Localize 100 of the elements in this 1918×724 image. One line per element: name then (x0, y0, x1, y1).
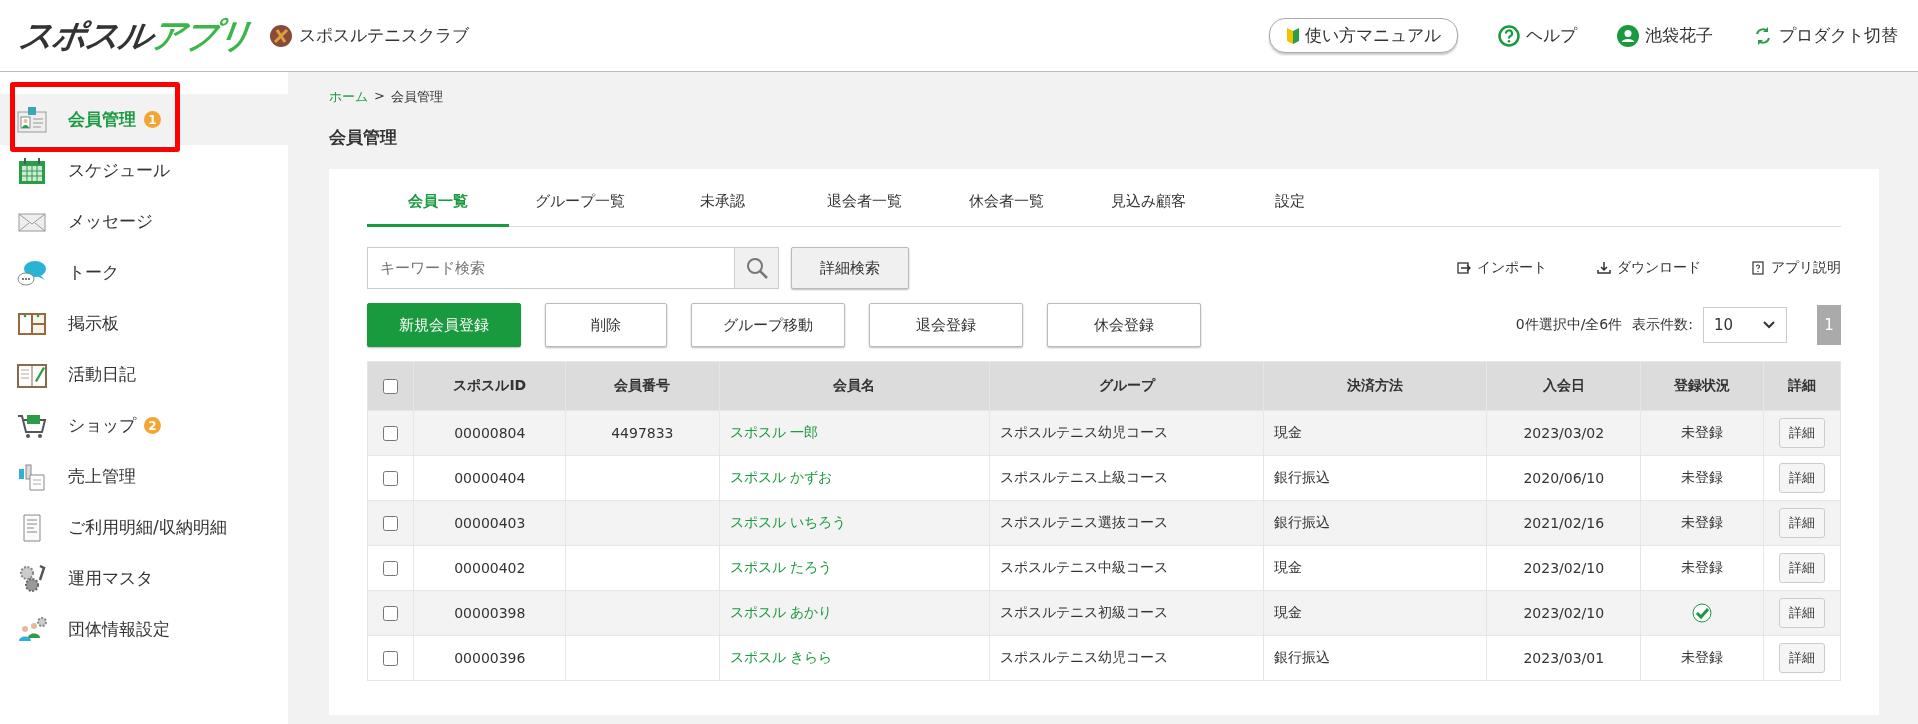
column-header: 入会日 (1486, 361, 1641, 411)
table-cell: 00000403 (414, 500, 566, 546)
table-cell: 銀行振込 (1263, 455, 1487, 501)
selection-summary: 0件選択中/全6件 (1515, 316, 1623, 334)
table-cell: 未登録 (1640, 455, 1764, 501)
tab[interactable]: 会員一覧 (367, 179, 509, 227)
sidebar-item-label: ショップ (68, 414, 136, 437)
column-header: グループ (989, 361, 1264, 411)
row-checkbox[interactable] (383, 471, 399, 487)
member-name-link[interactable]: スポスル たろう (729, 559, 832, 575)
member-name-link[interactable]: スポスル きらら (729, 649, 832, 665)
page-size-select[interactable]: 10 (1703, 307, 1787, 343)
app-help-link[interactable]: アプリ説明 (1771, 259, 1841, 277)
tab[interactable]: 設定 (1219, 179, 1361, 227)
chevron-down-icon (1762, 320, 1776, 330)
table-cell: 銀行振込 (1263, 635, 1487, 681)
row-checkbox[interactable] (383, 651, 399, 667)
tab[interactable]: 未承認 (651, 179, 793, 227)
table-cell: 00000398 (414, 590, 566, 636)
sidebar-item[interactable]: 運用マスタ (0, 553, 288, 604)
tab[interactable]: グループ一覧 (509, 179, 651, 227)
row-checkbox[interactable] (383, 561, 399, 577)
breadcrumb-current: 会員管理 (390, 88, 443, 106)
sidebar-item[interactable]: スケジュール (0, 145, 288, 196)
count-badge: 2 (144, 417, 161, 434)
detail-button[interactable]: 詳細 (1779, 553, 1826, 583)
row-checkbox[interactable] (383, 426, 399, 442)
sidebar-item-label: 売上管理 (68, 465, 136, 488)
sidebar-item[interactable]: ショップ 2 (0, 400, 288, 451)
tab[interactable]: 見込み顧客 (1077, 179, 1219, 227)
column-header: スポスルID (414, 361, 566, 411)
table-cell: 現金 (1263, 590, 1487, 636)
sidebar-item-label: 団体情報設定 (68, 618, 170, 641)
detail-button[interactable]: 詳細 (1779, 463, 1826, 493)
table-cell: スポスルテニス上級コース (989, 455, 1264, 501)
detail-button[interactable]: 詳細 (1779, 508, 1826, 538)
table-cell: 2023/03/01 (1486, 635, 1641, 681)
help-icon (1498, 24, 1520, 47)
table-cell: 現金 (1263, 545, 1487, 591)
detail-button[interactable]: 詳細 (1779, 418, 1826, 448)
sidebar-item-label: ご利用明細/収納明細 (68, 516, 227, 539)
breadcrumb-separator: > (374, 88, 385, 105)
sidebar-item[interactable]: トーク (0, 247, 288, 298)
table-cell: 2023/03/02 (1486, 410, 1641, 456)
sidebar-item[interactable]: メッセージ (0, 196, 288, 247)
manual-button[interactable]: 使い方マニュアル (1269, 18, 1458, 53)
table-cell: 2023/02/10 (1486, 545, 1641, 591)
tab[interactable]: 休会者一覧 (935, 179, 1077, 227)
sidebar-item[interactable]: 売上管理 (0, 451, 288, 502)
table-cell: 未登録 (1640, 545, 1764, 591)
table-cell: スポスルテニス幼児コース (989, 635, 1264, 681)
table-cell: スポスルテニス初級コース (989, 590, 1264, 636)
column-header: 決済方法 (1263, 361, 1487, 411)
sidebar-item-label: スケジュール (68, 159, 170, 182)
help-link[interactable]: ヘルプ (1526, 24, 1577, 47)
table-cell: 4497833 (565, 410, 720, 456)
sidebar-item[interactable]: 団体情報設定 (0, 604, 288, 655)
sidebar-item-label: 会員管理 (68, 108, 136, 131)
advanced-search-button[interactable]: 詳細検索 (791, 247, 909, 289)
select-all-checkbox[interactable] (383, 379, 399, 395)
import-icon (1457, 261, 1471, 275)
user-icon (1617, 24, 1639, 47)
table-cell: 2021/02/16 (1486, 500, 1641, 546)
row-checkbox[interactable] (383, 606, 399, 622)
import-link[interactable]: インポート (1477, 259, 1547, 277)
table-cell: 現金 (1263, 410, 1487, 456)
action-button[interactable]: 新規会員登録 (367, 303, 521, 347)
action-button[interactable]: 休会登録 (1047, 303, 1201, 347)
table-cell: 00000402 (414, 545, 566, 591)
member-name-link[interactable]: スポスル かずお (729, 469, 832, 485)
detail-button[interactable]: 詳細 (1779, 598, 1826, 628)
table-cell: 未登録 (1640, 635, 1764, 681)
sync-icon (1753, 25, 1773, 46)
page-size-label: 表示件数: (1632, 316, 1693, 334)
column-header: 会員番号 (565, 361, 720, 411)
sidebar-item[interactable]: 掲示板 (0, 298, 288, 349)
download-link[interactable]: ダウンロード (1617, 259, 1701, 277)
row-checkbox[interactable] (383, 516, 399, 532)
table-cell: 00000404 (414, 455, 566, 501)
sidebar-item-label: 活動日記 (68, 363, 136, 386)
search-button[interactable] (734, 247, 779, 289)
download-icon (1597, 261, 1611, 275)
detail-button[interactable]: 詳細 (1779, 643, 1826, 673)
search-field[interactable]: キーワード検索 (367, 247, 734, 289)
sidebar-item[interactable]: 活動日記 (0, 349, 288, 400)
action-button[interactable]: グループ移動 (691, 303, 845, 347)
user-name[interactable]: 池袋花子 (1645, 24, 1713, 47)
product-switch-link[interactable]: プロダクト切替 (1779, 24, 1898, 47)
sidebar-item[interactable]: ご利用明細/収納明細 (0, 502, 288, 553)
table-cell: 未登録 (1640, 500, 1764, 546)
count-badge: 1 (144, 111, 161, 128)
column-header: 登録状況 (1640, 361, 1764, 411)
table-cell: 00000804 (414, 410, 566, 456)
action-button[interactable]: 退会登録 (869, 303, 1023, 347)
help-doc-icon (1751, 261, 1765, 275)
tab[interactable]: 退会者一覧 (793, 179, 935, 227)
app-logo[interactable]: スポスルアプリ (16, 12, 255, 59)
table-cell: スポスルテニス選抜コース (989, 500, 1264, 546)
table-cell: 2023/02/10 (1486, 590, 1641, 636)
action-button[interactable]: 削除 (545, 303, 667, 347)
